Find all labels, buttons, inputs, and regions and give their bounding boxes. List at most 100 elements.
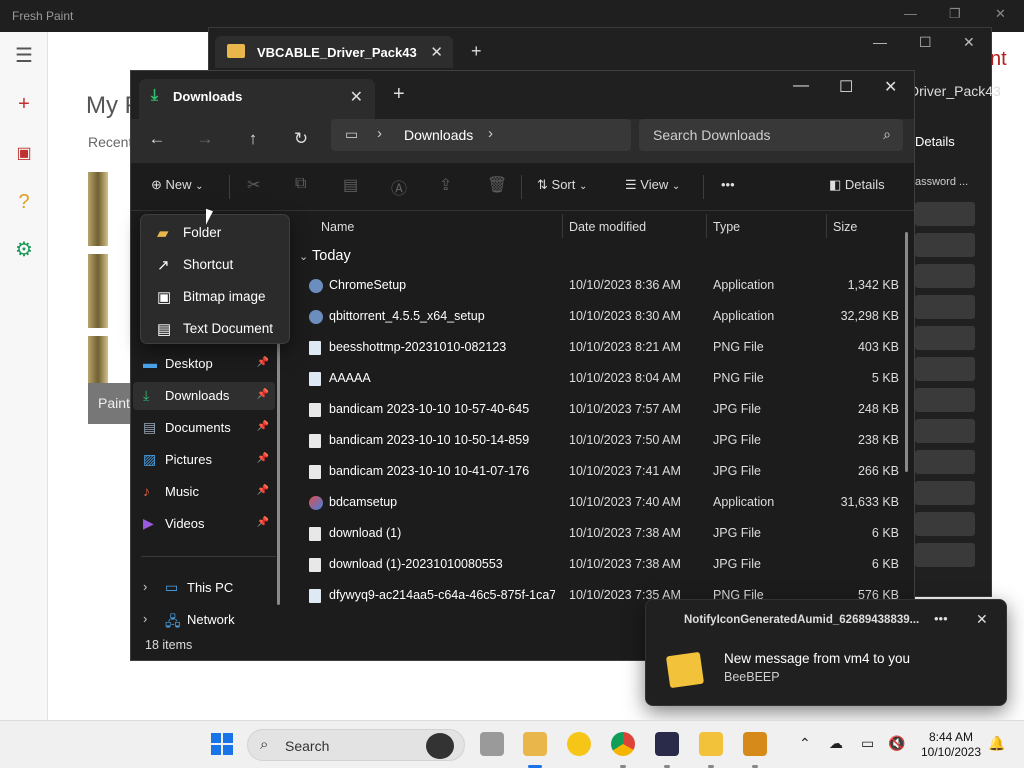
breadcrumb-downloads[interactable]: Downloads: [404, 127, 473, 143]
volume-muted-icon[interactable]: 🔇: [888, 735, 905, 752]
close-icon[interactable]: ✕: [963, 34, 975, 51]
new-menu-item-shortcut[interactable]: ↗ Shortcut: [145, 249, 285, 279]
list-item[interactable]: [915, 233, 975, 257]
column-header-date[interactable]: Date modified: [569, 220, 646, 234]
minimize-icon[interactable]: —: [873, 34, 887, 50]
pin-icon[interactable]: 📌: [257, 357, 269, 368]
search-input[interactable]: Search Downloads ⌕: [639, 119, 903, 151]
nav-item-music[interactable]: ♪ Music 📌: [133, 478, 275, 506]
close-icon[interactable]: ✕: [884, 77, 897, 97]
recent-thumbnail[interactable]: [88, 254, 108, 328]
more-options-button[interactable]: •••: [721, 177, 735, 192]
list-item[interactable]: [915, 326, 975, 350]
chrome-icon[interactable]: [611, 732, 635, 756]
new-menu-item-bitmap[interactable]: ▣ Bitmap image: [145, 281, 285, 311]
refresh-icon[interactable]: ↻: [289, 129, 313, 149]
start-button[interactable]: [211, 733, 233, 755]
nav-item-pictures[interactable]: ▨ Pictures 📌: [133, 446, 275, 474]
sort-button[interactable]: ⇅ Sort ⌄: [537, 177, 587, 193]
maximize-icon[interactable]: ☐: [919, 34, 932, 51]
nav-item-videos[interactable]: ▶ Videos 📌: [133, 510, 275, 538]
minimize-icon[interactable]: —: [793, 77, 809, 95]
list-item[interactable]: [915, 419, 975, 443]
file-row[interactable]: download (1) 10/10/2023 7:38 AM JPG File 6 …: [303, 520, 903, 548]
list-item[interactable]: [915, 481, 975, 505]
pin-icon[interactable]: 📌: [257, 421, 269, 432]
tab-downloads[interactable]: ⤓ Downloads ✕: [139, 79, 375, 119]
pin-icon[interactable]: 📌: [257, 453, 269, 464]
chevron-right-icon[interactable]: ›: [488, 125, 493, 142]
forward-arrow-icon[interactable]: →: [193, 129, 217, 149]
column-header-name[interactable]: Name: [321, 220, 354, 234]
list-item[interactable]: [915, 543, 975, 567]
paint-tile[interactable]: Paint: [88, 383, 132, 424]
audio-app-icon[interactable]: [655, 732, 679, 756]
recent-thumbnail[interactable]: [88, 336, 108, 384]
back-arrow-icon[interactable]: ←: [145, 129, 169, 149]
list-item[interactable]: [915, 295, 975, 319]
group-header-today[interactable]: ⌄ Today: [299, 248, 351, 264]
file-row[interactable]: AAAAA 10/10/2023 8:04 AM PNG File 5 KB: [303, 365, 903, 393]
file-row[interactable]: bdcamsetup 10/10/2023 7:40 AM Application 3…: [303, 489, 903, 517]
clock[interactable]: 8:44 AM 10/10/2023: [920, 730, 982, 760]
more-options-icon[interactable]: •••: [934, 611, 948, 626]
file-row[interactable]: download (1)-20231010080553 10/10/2023 7:…: [303, 551, 903, 579]
details-button[interactable]: Details: [915, 134, 955, 149]
close-tab-icon[interactable]: ✕: [430, 43, 443, 61]
file-row[interactable]: ChromeSetup 10/10/2023 8:36 AM Application…: [303, 272, 903, 300]
import-icon[interactable]: ▣: [12, 142, 36, 166]
close-tab-icon[interactable]: ✕: [350, 87, 363, 107]
chevron-right-icon[interactable]: ›: [377, 125, 382, 142]
column-divider[interactable]: [562, 214, 563, 238]
column-divider[interactable]: [826, 214, 827, 238]
delete-icon[interactable]: 🗑: [487, 175, 507, 195]
restore-icon[interactable]: ❐: [949, 6, 961, 22]
add-icon[interactable]: +: [12, 92, 36, 116]
task-view-icon[interactable]: [480, 732, 504, 756]
settings-gear-icon[interactable]: ⚙: [12, 238, 36, 262]
view-button[interactable]: ☰ View ⌄: [625, 177, 680, 193]
new-menu-item-folder[interactable]: ▰ Folder: [145, 217, 285, 247]
recent-thumbnail[interactable]: [88, 172, 108, 246]
up-arrow-icon[interactable]: ↑: [241, 129, 265, 149]
details-pane-button[interactable]: ◧ Details: [829, 177, 885, 193]
close-icon[interactable]: ✕: [995, 6, 1006, 22]
list-item[interactable]: [915, 357, 975, 381]
cut-icon[interactable]: ✂: [247, 175, 260, 195]
maximize-icon[interactable]: ☐: [839, 77, 853, 97]
taskbar-search[interactable]: ⌕ Search: [247, 729, 465, 761]
new-tab-icon[interactable]: +: [393, 83, 405, 106]
tab-vbcable[interactable]: VBCABLE_Driver_Pack43 ✕: [215, 36, 453, 68]
list-item[interactable]: [915, 450, 975, 474]
rename-icon[interactable]: Ⓐ: [391, 175, 407, 199]
file-row[interactable]: bandicam 2023-10-10 10-41-07-176 10/10/20…: [303, 458, 903, 486]
address-fragment[interactable]: Driver_Pack43: [909, 83, 1001, 99]
column-divider[interactable]: [706, 214, 707, 238]
display-icon[interactable]: ▭: [861, 735, 874, 752]
app-circle-icon[interactable]: [567, 732, 591, 756]
nav-item-this-pc[interactable]: › ▭ This PC: [133, 574, 275, 602]
nav-item-downloads[interactable]: ⤓ Downloads 📌: [133, 382, 275, 410]
new-tab-icon[interactable]: +: [471, 41, 482, 62]
file-row[interactable]: beesshottmp-20231010-082123 10/10/2023 8:…: [303, 334, 903, 362]
chevron-up-icon[interactable]: ⌃: [799, 735, 811, 752]
list-item[interactable]: [915, 512, 975, 536]
hamburger-menu-icon[interactable]: ☰: [12, 44, 36, 68]
list-scrollbar[interactable]: [905, 232, 908, 472]
help-icon[interactable]: ?: [12, 190, 36, 214]
list-item[interactable]: [915, 202, 975, 226]
pin-icon[interactable]: 📌: [257, 389, 269, 400]
minimize-icon[interactable]: —: [904, 6, 917, 21]
column-header-type[interactable]: Type: [713, 220, 740, 234]
column-header-size[interactable]: Size: [833, 220, 857, 234]
pin-icon[interactable]: 📌: [257, 517, 269, 528]
file-row[interactable]: bandicam 2023-10-10 10-57-40-645 10/10/20…: [303, 396, 903, 424]
new-menu-item-text-document[interactable]: ▤ Text Document: [145, 313, 285, 343]
file-row[interactable]: qbittorrent_4.5.5_x64_setup 10/10/2023 8:…: [303, 303, 903, 331]
list-item[interactable]: [915, 388, 975, 412]
fresh-paint-icon[interactable]: [743, 732, 767, 756]
pin-icon[interactable]: 📌: [257, 485, 269, 496]
chevron-right-icon[interactable]: ›: [143, 579, 147, 594]
file-explorer-icon[interactable]: [523, 732, 547, 756]
nav-item-desktop[interactable]: ▬ Desktop 📌: [133, 350, 275, 378]
